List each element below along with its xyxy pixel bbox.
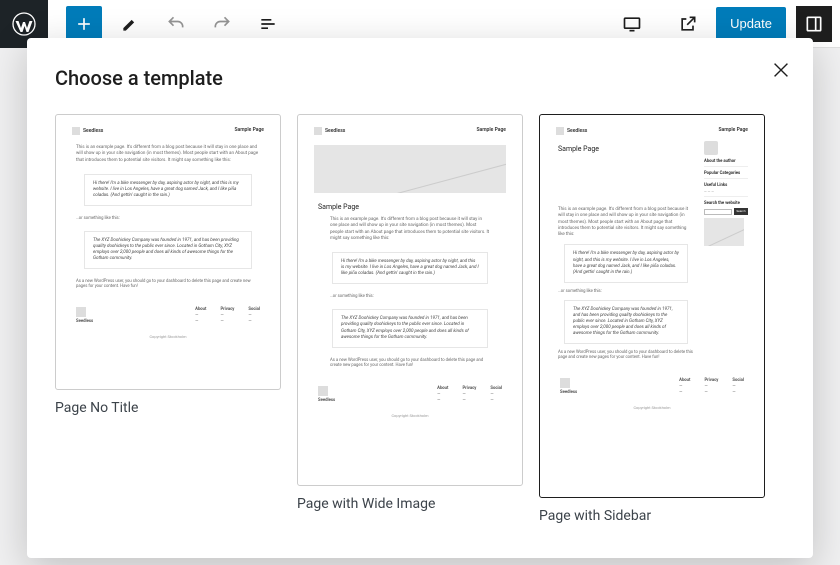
template-preview: SeedlessSample Page Sample Page This is …	[297, 114, 523, 486]
template-label: Page No Title	[55, 400, 281, 416]
template-option-page-no-title[interactable]: SeedlessSample Page This is an example p…	[55, 114, 281, 416]
modal-overlay: Choose a template SeedlessSample Page Th…	[0, 38, 840, 565]
undo-button[interactable]	[158, 6, 194, 42]
choose-template-modal: Choose a template SeedlessSample Page Th…	[27, 38, 813, 558]
template-option-page-wide-image[interactable]: SeedlessSample Page Sample Page This is …	[297, 114, 523, 512]
preview-sidebar: About the author Popular Categories Usef…	[704, 141, 748, 364]
edit-tool-button[interactable]	[112, 6, 148, 42]
document-overview-button[interactable]	[250, 6, 286, 42]
view-device-button[interactable]	[614, 6, 650, 42]
add-block-button[interactable]	[66, 6, 102, 42]
close-button[interactable]	[763, 52, 799, 88]
template-option-page-with-sidebar[interactable]: SeedlessSample Page Sample Page This is …	[539, 114, 765, 524]
template-preview: SeedlessSample Page Sample Page This is …	[539, 114, 765, 498]
placeholder-image-icon	[314, 145, 506, 193]
template-preview: SeedlessSample Page This is an example p…	[55, 114, 281, 390]
redo-button[interactable]	[204, 6, 240, 42]
template-label: Page with Sidebar	[539, 508, 765, 524]
settings-panel-toggle[interactable]	[796, 6, 832, 42]
template-label: Page with Wide Image	[297, 496, 523, 512]
template-grid: SeedlessSample Page This is an example p…	[55, 114, 785, 524]
modal-title: Choose a template	[55, 66, 785, 90]
external-preview-button[interactable]	[670, 6, 706, 42]
update-button[interactable]: Update	[716, 7, 786, 40]
toolbar-right: Update	[604, 6, 840, 42]
